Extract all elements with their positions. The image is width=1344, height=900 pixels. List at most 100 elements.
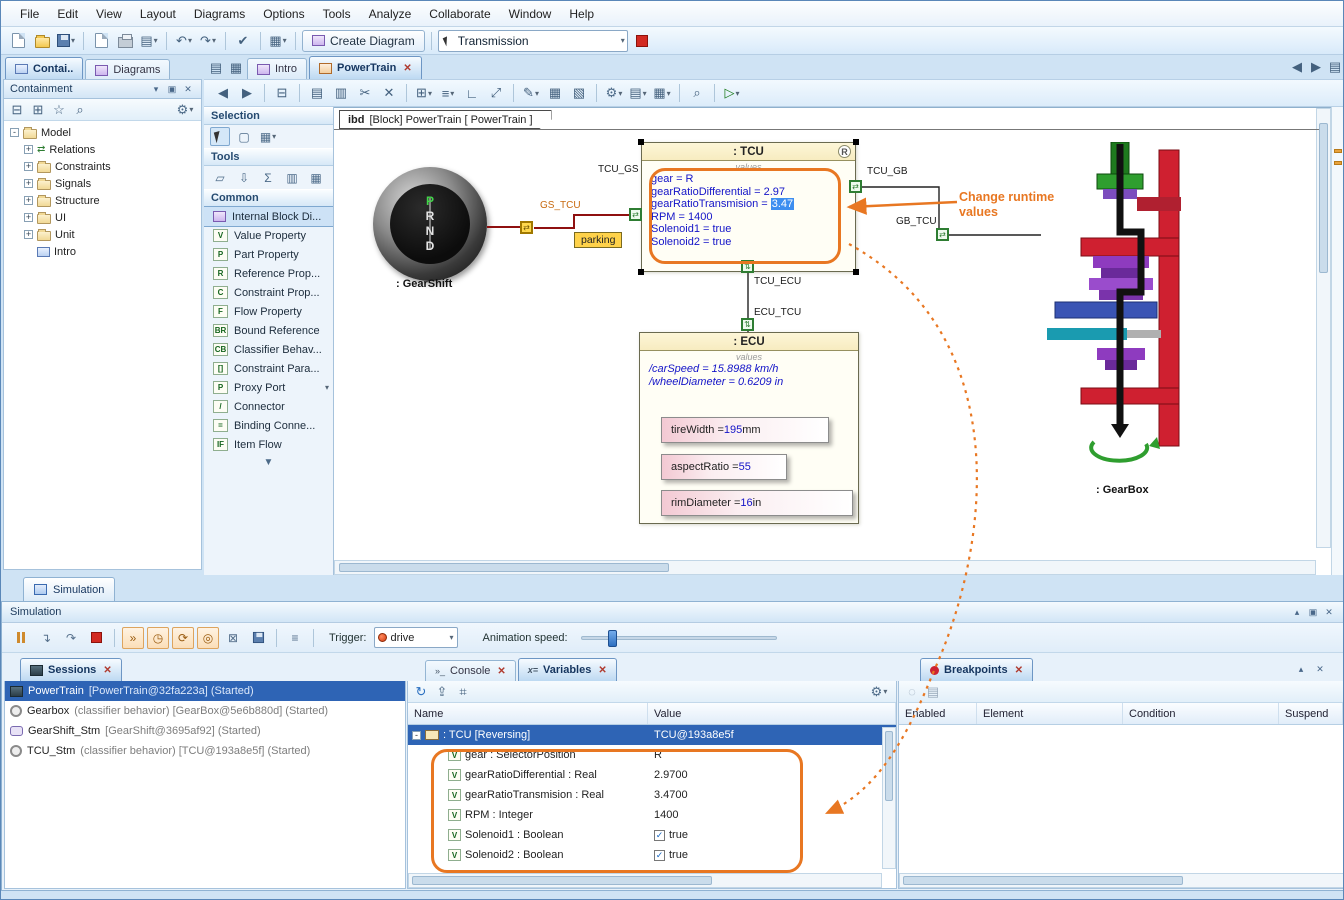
- close-variables-icon[interactable]: ✕: [598, 665, 606, 676]
- expander-icon[interactable]: +: [24, 213, 33, 222]
- gs-tcu-label[interactable]: GS_TCU: [540, 200, 581, 211]
- cut-icon[interactable]: ✂: [354, 82, 376, 104]
- note-icon[interactable]: ✎▾: [520, 82, 542, 104]
- group-select-icon[interactable]: ▦▾: [258, 127, 278, 146]
- panel-minimize-icon[interactable]: ▾: [149, 82, 163, 96]
- tcu-value-solenoid1[interactable]: Solenoid1 = true: [642, 223, 855, 236]
- checkbox-checked-icon[interactable]: ✓: [654, 850, 665, 861]
- loop-toggle-icon[interactable]: ⟳: [172, 627, 194, 649]
- expander-icon[interactable]: -: [412, 731, 421, 740]
- lock-icon[interactable]: ⊠: [222, 627, 244, 649]
- tab-console[interactable]: »_ Console ✕: [425, 660, 516, 681]
- palette-item-part-property[interactable]: P Part Property: [204, 245, 333, 264]
- stop-icon[interactable]: [85, 627, 107, 649]
- forward-icon[interactable]: ▶: [236, 82, 258, 104]
- tcu-left-port[interactable]: ⇄: [629, 208, 642, 221]
- aspectratio-field[interactable]: aspectRatio = 55: [661, 454, 787, 480]
- scroll-tabs-right-icon[interactable]: ▶: [1308, 59, 1324, 75]
- diagram-canvas[interactable]: ibd [Block] PowerTrain [ PowerTrain ] P …: [334, 107, 1331, 575]
- variables-row-tcu[interactable]: - : TCU [Reversing] TCU@193a8e5f: [408, 725, 896, 745]
- expand-all-icon[interactable]: ⊞: [29, 101, 47, 119]
- gb-tcu-port[interactable]: ⇄: [936, 228, 949, 241]
- expander-icon[interactable]: +: [24, 230, 33, 239]
- print-icon[interactable]: [114, 30, 136, 52]
- paste-icon[interactable]: ▥: [330, 82, 352, 104]
- palette-tools-header[interactable]: Tools: [204, 148, 333, 166]
- close-breakpoints-icon[interactable]: ✕: [1015, 665, 1023, 676]
- open-project-icon[interactable]: [31, 30, 53, 52]
- palette-common-header[interactable]: Common: [204, 189, 333, 207]
- tree-item-ui[interactable]: + UI: [4, 209, 201, 226]
- checkbox-checked-icon[interactable]: ✓: [654, 830, 665, 841]
- ecu-tcu-port[interactable]: ⇅: [741, 318, 754, 331]
- tab-list-icon[interactable]: ▤: [1327, 59, 1343, 75]
- close-tab-icon[interactable]: ✕: [403, 63, 411, 74]
- menu-view[interactable]: View: [87, 3, 131, 25]
- tab-diagrams[interactable]: Diagrams: [85, 59, 170, 80]
- back-icon[interactable]: ◀: [212, 82, 234, 104]
- tree-item-intro[interactable]: Intro: [4, 243, 201, 260]
- record-toggle-icon[interactable]: ◎: [197, 627, 219, 649]
- column-condition[interactable]: Condition: [1123, 703, 1279, 724]
- gs-tcu-port[interactable]: ⇄: [520, 221, 533, 234]
- animate-toggle-icon[interactable]: »: [122, 627, 144, 649]
- options-gear-icon[interactable]: ⚙▾: [603, 82, 625, 104]
- pause-icon[interactable]: [10, 627, 32, 649]
- tab-simulation[interactable]: Simulation: [23, 577, 115, 601]
- marquee-select-icon[interactable]: ▢: [234, 127, 254, 146]
- palette-item-reference-property[interactable]: R Reference Prop...: [204, 264, 333, 283]
- variables-vscrollbar[interactable]: [882, 727, 896, 869]
- session-row[interactable]: GearShift_Stm [GearShift@3695af92] (Star…: [5, 721, 405, 741]
- show-containment-icon[interactable]: ⊟: [271, 82, 293, 104]
- expander-icon[interactable]: +: [24, 179, 33, 188]
- delete-icon[interactable]: ✕: [378, 82, 400, 104]
- tab-breakpoints[interactable]: Breakpoints ✕: [920, 658, 1033, 681]
- add-breakpoint-icon[interactable]: ◌: [903, 683, 921, 701]
- favorites-icon[interactable]: ☆: [50, 101, 68, 119]
- export-results-icon[interactable]: ≡: [284, 627, 306, 649]
- image-icon[interactable]: ▧: [568, 82, 590, 104]
- breakpoints-hscrollbar[interactable]: [899, 873, 1344, 888]
- sim-close-icon[interactable]: ✕: [1322, 605, 1336, 619]
- tab-variables[interactable]: x= Variables ✕: [518, 658, 617, 681]
- error-tick[interactable]: [1334, 161, 1342, 165]
- tcu-block[interactable]: : TCU R values gear = R gearRatioDiffere…: [641, 142, 856, 272]
- tcu-gs-label[interactable]: TCU_GS: [598, 164, 639, 175]
- tree-item-signals[interactable]: + Signals: [4, 175, 201, 192]
- ecu-tcu-label[interactable]: ECU_TCU: [754, 307, 801, 318]
- route-path-icon[interactable]: ∟: [461, 82, 483, 104]
- expander-icon[interactable]: +: [24, 196, 33, 205]
- step-over-icon[interactable]: ↷: [60, 627, 82, 649]
- column-enabled[interactable]: Enabled: [899, 703, 977, 724]
- related-elements-icon[interactable]: ▦▾: [267, 30, 289, 52]
- search-icon[interactable]: ⌕: [71, 101, 89, 119]
- palette-expand-icon[interactable]: ▼: [204, 454, 333, 468]
- slider-thumb[interactable]: [608, 630, 617, 647]
- tcu-gb-port[interactable]: ⇄: [849, 180, 862, 193]
- session-row[interactable]: Gearbox(classifier behavior) [GearBox@5e…: [5, 701, 405, 721]
- menu-file[interactable]: File: [11, 3, 48, 25]
- column-suspend[interactable]: Suspend: [1279, 703, 1343, 724]
- close-sessions-icon[interactable]: ✕: [103, 665, 111, 676]
- variables-row-gear-ratio-differential[interactable]: V gearRatioDifferential : Real 2.9700: [408, 765, 896, 785]
- export-variables-icon[interactable]: ⇪: [433, 683, 451, 701]
- expander-icon[interactable]: +: [24, 145, 33, 154]
- export-icon[interactable]: [90, 30, 112, 52]
- clock-toggle-icon[interactable]: ◷: [147, 627, 169, 649]
- expander-icon[interactable]: -: [10, 128, 19, 137]
- table-icon[interactable]: ▤▾: [627, 82, 649, 104]
- bp-float-icon[interactable]: ▴: [1294, 662, 1308, 676]
- tcu-value-rpm[interactable]: RPM = 1400: [642, 211, 855, 224]
- print-preview-icon[interactable]: ▤▾: [138, 30, 160, 52]
- variables-row-gear-ratio-transmision[interactable]: V gearRatioTransmision : Real 3.4700: [408, 785, 896, 805]
- redo-icon[interactable]: ↷▾: [197, 30, 219, 52]
- undo-icon[interactable]: ↶▾: [173, 30, 195, 52]
- palette-item-flow-property[interactable]: F Flow Property: [204, 302, 333, 321]
- create-diagram-button[interactable]: Create Diagram: [302, 30, 425, 52]
- tree-item-constraints[interactable]: + Constraints: [4, 158, 201, 175]
- column-element[interactable]: Element: [977, 703, 1123, 724]
- ecu-value-carspeed[interactable]: /carSpeed = 15.8988 km/h: [640, 363, 858, 376]
- ecu-value-wheeldiameter[interactable]: /wheelDiameter = 0.6209 in: [640, 376, 858, 389]
- session-row[interactable]: TCU_Stm(classifier behavior) [TCU@193a8e…: [5, 741, 405, 761]
- new-file-icon[interactable]: [7, 30, 29, 52]
